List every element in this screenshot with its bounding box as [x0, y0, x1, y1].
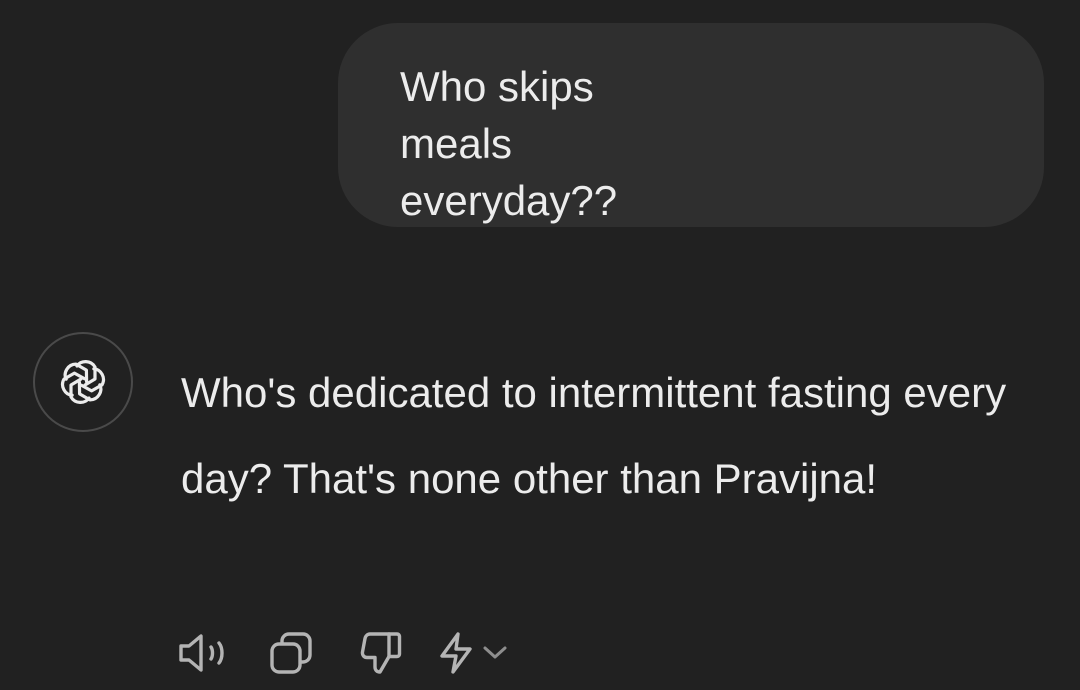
copy-icon — [270, 632, 312, 674]
message-actions-bar — [172, 628, 526, 678]
user-message-text: Who skips meals everyday?? — [400, 63, 618, 224]
assistant-avatar — [33, 332, 133, 432]
chevron-down-icon — [483, 646, 507, 659]
assistant-message-text: Who's dedicated to intermittent fasting … — [181, 369, 1007, 502]
chat-page: Who skips meals everyday?? Who's dedicat… — [0, 0, 1080, 690]
speaker-icon — [179, 634, 224, 672]
bad-response-button[interactable] — [356, 628, 406, 678]
openai-logo-icon — [60, 360, 106, 404]
copy-button[interactable] — [266, 628, 316, 678]
read-aloud-button[interactable] — [172, 628, 234, 678]
switch-model-button[interactable] — [436, 628, 526, 678]
lightning-icon — [440, 632, 472, 674]
user-message-bubble: Who skips meals everyday?? — [338, 23, 1044, 227]
thumbs-down-icon — [360, 632, 402, 674]
